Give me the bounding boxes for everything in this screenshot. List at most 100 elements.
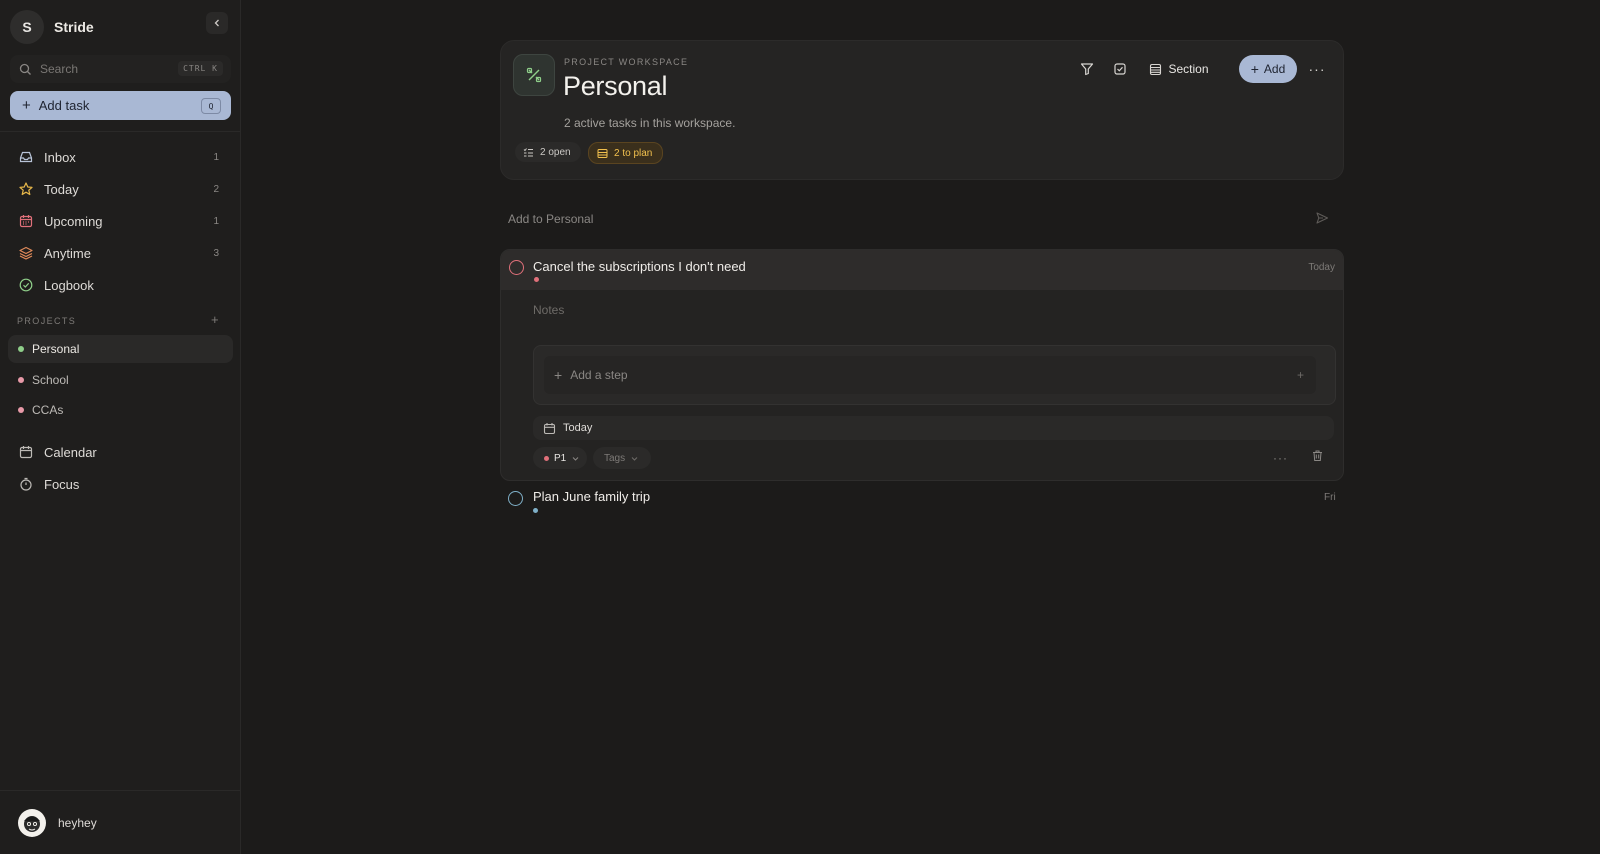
avatar	[18, 809, 46, 837]
project-item-ccas[interactable]: CCAs	[8, 396, 233, 424]
task-date: Fri	[1324, 492, 1336, 503]
table-icon	[597, 148, 608, 158]
project-label: CCAs	[32, 403, 64, 417]
tags-label: Tags	[604, 452, 626, 464]
sidebar-item-logbook[interactable]: Logbook	[8, 271, 233, 299]
timer-icon	[20, 477, 32, 491]
sidebar-item-label: Focus	[44, 476, 80, 492]
project-icon[interactable]	[513, 54, 555, 96]
section-label: Section	[1168, 62, 1209, 76]
tools-icon	[526, 67, 542, 83]
projects-section-label: PROJECTS	[17, 316, 77, 326]
more-options-button[interactable]: ···	[1303, 55, 1331, 83]
workspace-brand[interactable]: S Stride	[10, 10, 94, 44]
search-icon	[19, 63, 31, 75]
sidebar-item-label: Inbox	[44, 149, 76, 165]
sidebar-item-calendar[interactable]: Calendar	[8, 438, 233, 466]
chevron-left-icon	[214, 19, 219, 27]
add-section-button[interactable]: Section	[1141, 55, 1217, 83]
calendar-icon	[543, 422, 556, 434]
task-title[interactable]: Cancel the subscriptions I don't need	[533, 259, 746, 274]
sidebar-item-count: 3	[213, 247, 219, 259]
task-header-row[interactable]: Cancel the subscriptions I don't need To…	[501, 250, 1343, 290]
priority-dot	[534, 277, 539, 282]
ellipsis-icon: ···	[1308, 61, 1326, 77]
task-checkbox[interactable]	[508, 491, 523, 506]
delete-task-button[interactable]	[1311, 449, 1324, 462]
add-label: Add	[1263, 62, 1286, 76]
add-step-label: Add a step	[570, 368, 628, 382]
sidebar-divider	[0, 790, 240, 791]
brand-avatar: S	[10, 10, 44, 44]
sidebar-item-count: 1	[213, 151, 219, 163]
plus-icon: +	[1250, 61, 1259, 77]
project-label: School	[32, 373, 69, 387]
to-plan-label: 2 to plan	[614, 147, 653, 159]
project-item-school[interactable]: School	[8, 366, 233, 394]
calendar-icon	[19, 446, 33, 459]
steps-container: + Add a step +	[533, 345, 1336, 405]
send-button[interactable]	[1315, 211, 1329, 225]
sidebar-item-label: Calendar	[44, 444, 97, 460]
project-item-personal[interactable]: Personal	[8, 335, 233, 363]
project-color-dot	[18, 407, 24, 413]
add-task-button[interactable]: + Add task Q	[10, 91, 231, 120]
priority-label: P1	[554, 452, 567, 464]
plus-icon: +	[554, 367, 563, 383]
priority-dot	[544, 455, 549, 461]
sidebar-item-upcoming[interactable]: Upcoming 1	[8, 207, 233, 235]
sidebar-item-count: 2	[213, 183, 219, 195]
sidebar-item-today[interactable]: Today 2	[8, 175, 233, 203]
plus-icon: +	[22, 97, 31, 114]
header-eyebrow: PROJECT WORKSPACE	[564, 57, 689, 67]
task-checkbox[interactable]	[509, 260, 524, 275]
priority-dropdown[interactable]: P1	[533, 447, 587, 469]
sidebar-item-label: Upcoming	[44, 213, 103, 229]
project-color-dot	[18, 377, 24, 383]
task-title[interactable]: Plan June family trip	[533, 489, 650, 504]
section-icon	[1150, 63, 1162, 75]
send-icon	[1316, 212, 1329, 224]
tags-dropdown[interactable]: Tags	[593, 447, 651, 469]
trash-icon	[1313, 450, 1322, 461]
to-plan-chip[interactable]: 2 to plan	[588, 142, 664, 164]
show-completed-button[interactable]	[1106, 55, 1134, 83]
filter-button[interactable]	[1073, 55, 1101, 83]
add-step-plus-icon[interactable]: +	[1297, 368, 1304, 382]
list-check-icon	[523, 147, 533, 156]
search-placeholder: Search	[40, 62, 79, 76]
task-date-field[interactable]: Today	[533, 416, 1334, 440]
check-circle-icon	[19, 278, 33, 292]
task-date: Today	[1308, 262, 1335, 273]
search-input[interactable]: Search CTRL K	[10, 55, 231, 83]
user-name: heyhey	[58, 816, 97, 830]
notes-field[interactable]: Notes	[533, 303, 564, 317]
priority-dot	[533, 508, 538, 513]
sidebar-item-count: 1	[213, 215, 219, 227]
add-project-button[interactable]: +	[211, 312, 219, 327]
sidebar-item-focus[interactable]: Focus	[8, 470, 233, 498]
checkbox-icon	[1114, 63, 1126, 75]
open-tasks-chip[interactable]: 2 open	[515, 142, 581, 162]
chevron-down-icon	[631, 456, 638, 461]
add-button[interactable]: + Add	[1239, 55, 1297, 83]
quick-add-input[interactable]: Add to Personal	[508, 212, 593, 226]
project-color-dot	[18, 346, 24, 352]
sidebar-item-anytime[interactable]: Anytime 3	[8, 239, 233, 267]
filter-icon	[1080, 63, 1094, 76]
sidebar-item-label: Anytime	[44, 245, 91, 261]
add-task-shortcut: Q	[201, 98, 221, 114]
user-profile[interactable]: heyhey	[18, 809, 97, 837]
star-icon	[19, 182, 33, 196]
task-item-expanded: Cancel the subscriptions I don't need To…	[500, 249, 1344, 481]
sidebar-item-inbox[interactable]: Inbox 1	[8, 143, 233, 171]
sidebar-item-label: Today	[44, 181, 79, 197]
add-step-input[interactable]: + Add a step +	[544, 356, 1316, 394]
user-avatar-image	[24, 816, 40, 832]
search-shortcut: CTRL K	[178, 61, 223, 76]
calendar-icon	[19, 215, 33, 228]
task-date-label: Today	[563, 422, 593, 434]
collapse-sidebar-button[interactable]	[206, 12, 228, 34]
chevron-down-icon	[572, 456, 579, 461]
task-more-button[interactable]: ···	[1273, 451, 1288, 465]
